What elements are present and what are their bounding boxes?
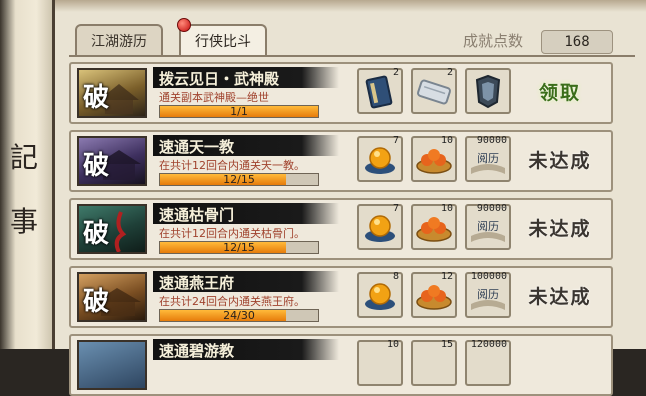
progress-text: 12/15 (223, 173, 255, 186)
reward-count: 7 (392, 135, 399, 146)
reward-count: 10 (440, 135, 453, 146)
progress-bar: 1/1 (159, 105, 319, 118)
side-glyph-1: 記 (9, 141, 38, 174)
panel-top-edge (55, 0, 646, 12)
status-not-achieved: 未达成 (528, 286, 592, 308)
reward-count: 90000 (476, 203, 507, 214)
reward-slot[interactable]: 10 (357, 339, 403, 386)
dungeon-thumbnail (77, 340, 147, 390)
achievement-description: 通关副本武神殿—绝世 (159, 91, 269, 104)
claim-button[interactable]: 领取 (521, 78, 599, 105)
achievement-title: 速通枯骨门 (159, 206, 235, 224)
notification-dot-icon (177, 18, 191, 32)
progress-bar: 12/15 (159, 241, 319, 254)
reward-slot[interactable]: 15 (411, 339, 457, 386)
reward-slot[interactable] (465, 68, 511, 114)
progress-bar: 24/30 (159, 309, 319, 322)
tab-pvp-battle[interactable]: 行侠比斗 (179, 24, 267, 56)
armor-icon (475, 74, 501, 109)
break-glyph: 破 (83, 83, 110, 113)
reward-count: 15 (440, 339, 453, 350)
reward-slot[interactable]: 10 (411, 135, 457, 182)
reward-count: 2 (392, 67, 399, 78)
svg-text:阅历: 阅历 (477, 220, 499, 233)
progress-text: 1/1 (230, 105, 248, 118)
reward-slot[interactable]: 阅历 90000 (465, 135, 511, 182)
reward-count: 100000 (470, 271, 507, 282)
achievement-title: 速通碧游教 (159, 342, 235, 360)
svg-text:阅历: 阅历 (477, 288, 499, 301)
side-scroll: 記 事 (0, 0, 54, 349)
achievement-row: 速通碧游教 10 15 120000 (69, 334, 613, 396)
reward-count: 90000 (476, 135, 507, 146)
dungeon-thumbnail: 破 (77, 204, 147, 254)
dungeon-thumbnail: 破 (77, 68, 147, 118)
reward-slot[interactable]: 阅历 90000 (465, 203, 511, 250)
achievement-title-band: 速通枯骨门 (153, 203, 339, 224)
reward-slot[interactable]: 8 (357, 271, 403, 318)
reward-count: 7 (392, 203, 399, 214)
svg-text:阅历: 阅历 (477, 152, 499, 165)
points-label: 成就点数 (463, 32, 524, 50)
reward-slot[interactable]: 阅历 100000 (465, 271, 511, 318)
reward-count: 12 (440, 271, 453, 282)
achievement-panel: 江湖游历 行侠比斗 成就点数 168 破 拨云见日・武神殿 通关副本武神殿—绝世… (52, 0, 646, 396)
side-glyph-2: 事 (9, 205, 38, 238)
achievement-description: 在共计12回合内通关枯骨门。 (159, 227, 305, 240)
achievement-title-band: 速通天一教 (153, 135, 339, 156)
achievement-description: 在共计24回合内通关燕王府。 (159, 295, 305, 308)
reward-count: 8 (392, 271, 399, 282)
achievement-row: 破 速通枯骨门 在共计12回合内通关枯骨门。 12/15 7 10 阅历 900… (69, 198, 613, 260)
progress-text: 24/30 (223, 309, 255, 322)
reward-slot[interactable]: 7 (357, 135, 403, 182)
reward-slot[interactable]: 120000 (465, 339, 511, 386)
achievement-row: 破 速通天一教 在共计12回合内通关天一教。 12/15 7 10 阅历 900… (69, 130, 613, 192)
reward-slot[interactable]: 12 (411, 271, 457, 318)
reward-count: 10 (440, 203, 453, 214)
achievement-row: 破 速通燕王府 在共计24回合内通关燕王府。 24/30 8 12 阅历 100… (69, 266, 613, 328)
progress-text: 12/15 (223, 241, 255, 254)
achievement-title-band: 速通碧游教 (153, 339, 339, 360)
achievement-title: 速通燕王府 (159, 274, 235, 292)
reward-count: 2 (446, 67, 453, 78)
reward-count: 120000 (470, 339, 507, 350)
achievement-title: 拨云见日・武神殿 (159, 70, 280, 88)
reward-slot[interactable]: 7 (357, 203, 403, 250)
dungeon-thumbnail: 破 (77, 136, 147, 186)
reward-slot[interactable]: 10 (411, 203, 457, 250)
reward-slot[interactable]: 2 (411, 67, 457, 114)
progress-bar: 12/15 (159, 173, 319, 186)
tab-divider (69, 55, 635, 57)
tab-label: 江湖游历 (91, 34, 147, 50)
break-glyph: 破 (83, 219, 110, 249)
tab-jianghu-travel[interactable]: 江湖游历 (75, 24, 163, 56)
reward-slot[interactable]: 2 (357, 67, 403, 114)
achievement-title-band: 速通燕王府 (153, 271, 339, 292)
tab-label: 行侠比斗 (195, 34, 251, 50)
points-value: 168 (541, 30, 613, 54)
break-glyph: 破 (83, 287, 110, 317)
achievement-row: 破 拨云见日・武神殿 通关副本武神殿—绝世 1/1 2 2 领取 (69, 62, 613, 124)
break-glyph: 破 (83, 151, 110, 181)
dungeon-thumbnail: 破 (77, 272, 147, 322)
status-not-achieved: 未达成 (528, 150, 592, 172)
achievement-title: 速通天一教 (159, 138, 235, 156)
status-not-achieved: 未达成 (528, 218, 592, 240)
achievement-description: 在共计12回合内通关天一教。 (159, 159, 305, 172)
reward-count: 10 (386, 339, 399, 350)
achievement-title-band: 拨云见日・武神殿 (153, 67, 339, 88)
